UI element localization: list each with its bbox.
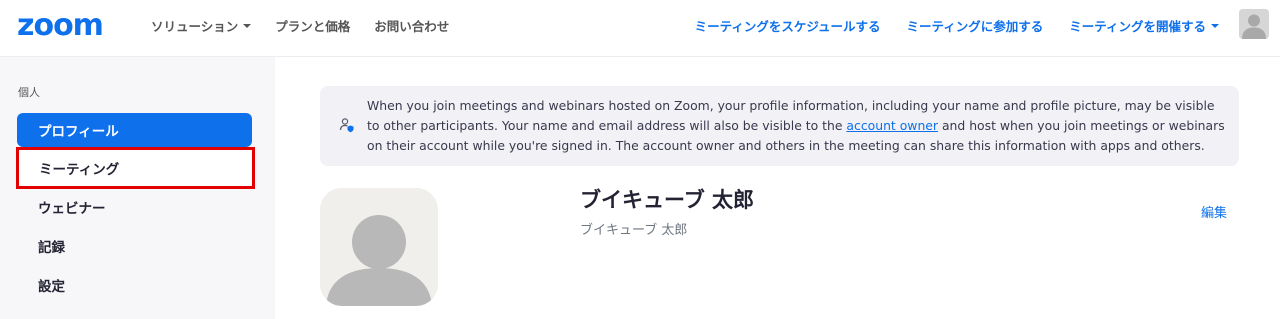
top-header: zoom ソリューション プランと価格 お問い合わせ ミーティングをスケジュール… (0, 0, 1280, 57)
user-avatar[interactable] (1239, 9, 1269, 39)
zoom-logo[interactable]: zoom (17, 8, 104, 44)
person-icon (320, 188, 438, 306)
host-meeting-label: ミーティングを開催する (1069, 18, 1206, 34)
sidebar-item-recordings[interactable]: 記録 (17, 229, 252, 263)
sidebar-section-label: 個人 (18, 86, 40, 99)
nav-solutions[interactable]: ソリューション (151, 16, 252, 35)
host-meeting-menu[interactable]: ミーティングを開催する (1069, 16, 1219, 35)
sidebar-item-label: プロフィール (38, 124, 119, 140)
join-meeting-label: ミーティングに参加する (906, 18, 1044, 34)
profile-photo[interactable] (320, 188, 438, 306)
nav-solutions-label: ソリューション (151, 18, 239, 34)
sidebar-item-webinars[interactable]: ウェビナー (17, 190, 252, 224)
chevron-down-icon (243, 24, 252, 28)
sidebar-item-profile[interactable]: プロフィール (17, 113, 252, 147)
sidebar-item-meetings[interactable]: ミーティング (16, 147, 255, 189)
sidebar: 個人 プロフィール ミーティング ウェビナー 記録 設定 (0, 57, 275, 319)
sidebar-item-settings[interactable]: 設定 (17, 268, 252, 302)
nav-plans-pricing[interactable]: プランと価格 (275, 16, 350, 35)
schedule-meeting-label: ミーティングをスケジュールする (694, 18, 881, 34)
person-icon (1239, 9, 1269, 39)
nav-plans-pricing-label: プランと価格 (275, 18, 351, 34)
nav-contact[interactable]: お問い合わせ (374, 16, 449, 35)
nav-contact-label: お問い合わせ (374, 18, 450, 34)
chevron-down-icon (1211, 24, 1219, 28)
sidebar-item-label: 記録 (38, 240, 65, 256)
nav-left: ソリューション プランと価格 お問い合わせ (151, 0, 449, 50)
sidebar-item-label: ウェビナー (38, 201, 106, 217)
profile-sub-name: ブイキューブ 太郎 (580, 223, 688, 238)
schedule-meeting-link[interactable]: ミーティングをスケジュールする (695, 16, 881, 35)
sidebar-item-label: 設定 (38, 279, 65, 295)
join-meeting-link[interactable]: ミーティングに参加する (906, 16, 1043, 35)
nav-right: ミーティングをスケジュールする ミーティングに参加する ミーティングを開催する (695, 0, 1219, 50)
profile-name: ブイキューブ 太郎 (580, 188, 755, 212)
edit-profile-link[interactable]: 編集 (1201, 202, 1227, 221)
privacy-notice: When you join meetings and webinars host… (320, 86, 1239, 166)
user-shield-icon (339, 118, 354, 133)
account-owner-link[interactable]: account owner (846, 118, 938, 133)
sidebar-item-label: ミーティング (39, 162, 120, 178)
